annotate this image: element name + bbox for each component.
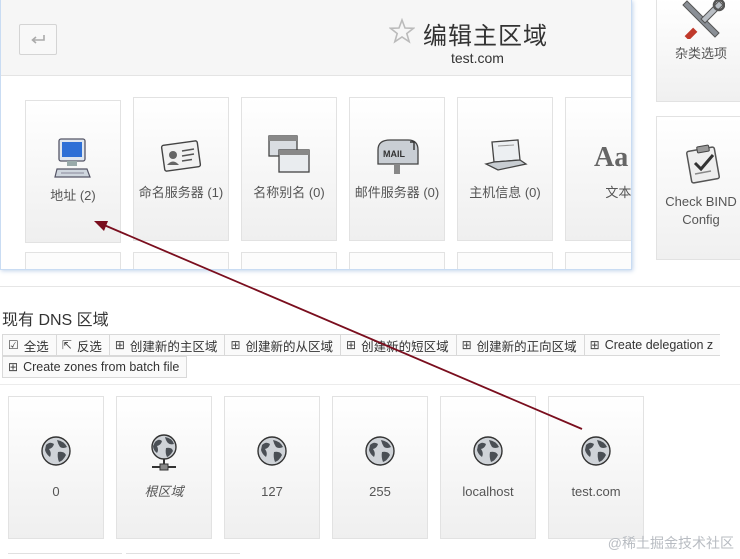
back-arrow-icon [31, 34, 45, 44]
address-records-tile[interactable]: 地址 (2) [25, 100, 121, 243]
zone-actions-row: ☑ 全选 ⇱ 反选 ⊞ 创建新的主区域 ⊞ 创建新的从区域 ⊞ 创建新的短区域 … [2, 334, 721, 356]
create-delegation-zone-button[interactable]: ⊞ Create delegation z [583, 334, 721, 356]
dialog-header: 编辑主区域 test.com [1, 0, 631, 76]
check-bind-config-tile[interactable]: Check BIND Config [656, 116, 740, 260]
check-bind-label-2: Config [682, 212, 720, 227]
svg-text:MAIL: MAIL [383, 149, 405, 159]
id-card-icon [160, 140, 202, 172]
globe-icon [473, 436, 503, 466]
dialog-subtitle: test.com [451, 50, 504, 66]
computer-icon [54, 138, 91, 178]
zone-tile-255[interactable]: 255 [332, 396, 428, 539]
plus-square-icon: ⊞ [230, 338, 241, 352]
divider [0, 384, 740, 385]
zone-label: 0 [52, 484, 60, 499]
address-records-label: 地址 (2) [50, 188, 96, 203]
zone-tile-0[interactable]: 0 [8, 396, 104, 539]
globe-network-icon [151, 434, 177, 471]
zone-label: 根区域 [144, 484, 184, 499]
dialog-title: 编辑主区域 [423, 23, 548, 50]
misc-options-tile[interactable]: 杂类选项 [656, 0, 740, 102]
zone-label: test.com [571, 484, 621, 499]
font-aa-icon: Aa [594, 142, 628, 172]
tile-row-2-placeholder [457, 252, 553, 269]
watermark: @稀土掘金技术社区 [607, 535, 734, 551]
zone-tile-test-com[interactable]: test.com [548, 396, 644, 539]
create-stub-zone-button[interactable]: ⊞ 创建新的短区域 [340, 334, 457, 356]
plus-square-icon: ⊞ [589, 338, 600, 352]
tile-row-2-placeholder [133, 252, 229, 269]
zone-actions-row-2: ⊞ Create zones from batch file [2, 356, 188, 378]
edit-master-zone-dialog: 编辑主区域 test.com 地址 (2) 命名服务器 (1) 名称别名 (0)… [0, 0, 632, 270]
create-zones-batch-button[interactable]: ⊞ Create zones from batch file [2, 356, 188, 378]
windows-stack-icon [268, 135, 310, 173]
globe-icon [41, 436, 71, 466]
mail-server-label: 邮件服务器 (0) [354, 185, 440, 200]
star-outline-icon[interactable] [389, 18, 415, 44]
name-server-label: 命名服务器 (1) [138, 185, 224, 200]
zone-label: 255 [369, 484, 391, 499]
zone-tile-127[interactable]: 127 [224, 396, 320, 539]
back-button[interactable] [19, 24, 57, 55]
tile-row-2-placeholder [565, 252, 631, 269]
next-row-edge [126, 553, 240, 559]
create-master-zone-button[interactable]: ⊞ 创建新的主区域 [108, 334, 226, 356]
clipboard-check-icon [686, 144, 720, 184]
plus-square-icon: ⊞ [8, 360, 19, 374]
select-all-button[interactable]: ☑ 全选 [2, 334, 57, 356]
tile-row-2-placeholder [349, 252, 445, 269]
plus-square-icon: ⊞ [461, 338, 472, 352]
section-title: 现有 DNS 区域 [2, 312, 109, 329]
svg-text:Aa: Aa [594, 142, 628, 172]
tools-icon [682, 0, 725, 39]
name-server-tile[interactable]: 命名服务器 (1) [133, 97, 229, 241]
text-record-label: 文本 (0 [605, 185, 632, 200]
share-icon: ⇱ [61, 338, 72, 352]
name-alias-tile[interactable]: 名称别名 (0) [241, 97, 337, 241]
zone-label: 127 [261, 484, 283, 499]
zone-tile-root[interactable]: 根区域 [116, 396, 212, 539]
create-forward-zone-button[interactable]: ⊞ 创建新的正向区域 [455, 334, 585, 356]
next-row-edge [8, 553, 122, 559]
zone-label: localhost [462, 484, 514, 499]
globe-icon [257, 436, 287, 466]
misc-options-label: 杂类选项 [674, 46, 727, 61]
invert-selection-button[interactable]: ⇱ 反选 [55, 334, 110, 356]
tile-row-2-placeholder [25, 252, 121, 269]
check-bind-label-1: Check BIND [665, 194, 737, 209]
divider [0, 286, 740, 287]
text-record-tile[interactable]: Aa 文本 (0 [565, 97, 632, 241]
name-alias-label: 名称别名 (0) [253, 185, 325, 200]
globe-icon [581, 436, 611, 466]
plus-square-icon: ⊞ [114, 338, 125, 352]
create-slave-zone-button[interactable]: ⊞ 创建新的从区域 [224, 334, 342, 356]
mail-server-tile[interactable]: MAIL 邮件服务器 (0) [349, 97, 445, 241]
zone-tile-localhost[interactable]: localhost [440, 396, 536, 539]
host-info-tile[interactable]: 主机信息 (0) [457, 97, 553, 241]
globe-icon [365, 436, 395, 466]
tile-row-2-placeholder [241, 252, 337, 269]
check-square-icon: ☑ [8, 338, 19, 352]
mailbox-icon: MAIL [377, 139, 419, 174]
laptop-icon [484, 139, 528, 171]
host-info-label: 主机信息 (0) [469, 185, 541, 200]
plus-square-icon: ⊞ [346, 338, 357, 352]
